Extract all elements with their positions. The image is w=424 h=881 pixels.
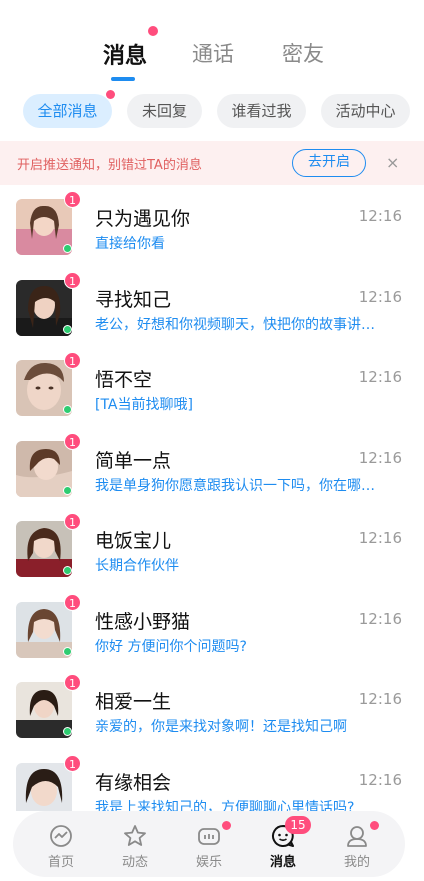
active-tab-indicator: [111, 77, 135, 81]
star-icon: [124, 825, 146, 846]
messages-unread-count: 15: [285, 816, 311, 834]
unread-badge: 1: [64, 352, 81, 369]
filter-unreplied[interactable]: 未回复: [127, 94, 202, 128]
contact-name: 寻找知己: [95, 288, 172, 311]
online-indicator: [63, 405, 72, 414]
nav-entertainment-dot: [222, 821, 231, 830]
contact-name: 悟不空: [95, 369, 153, 391]
nav-profile-label: 我的: [343, 855, 370, 870]
bottom-navigation: 首页 动态 娱乐 消息 我的 15: [13, 811, 405, 877]
message-row[interactable]: 1 悟不空 12:16 [TA当前找聊哦]: [0, 347, 424, 428]
unread-badge: 1: [64, 754, 81, 772]
unread-badge: 1: [64, 191, 81, 208]
unread-badge: 1: [64, 674, 81, 691]
contact-name: 有缘相会: [95, 771, 172, 794]
tab-messages-dot: [148, 26, 158, 36]
message-row[interactable]: 1 性感小野猫 12:16 你好 方便问你个问题吗?: [0, 589, 424, 670]
message-preview: 长期合作伙伴: [95, 558, 179, 574]
nav-home[interactable]: 首页: [29, 811, 93, 877]
unread-badge: 1: [64, 593, 81, 611]
unread-badge: 1: [64, 432, 81, 450]
message-time: 12:16: [358, 448, 402, 467]
message-preview: 老公，好想和你视频聊天，快把你的故事讲给我听: [95, 316, 385, 333]
online-indicator: [63, 646, 72, 656]
message-row[interactable]: 1 简单一点 12:16 我是单身狗你愿意跟我认识一下吗，你在哪里呀: [0, 428, 424, 509]
nav-moments[interactable]: 动态: [103, 811, 167, 877]
message-preview: [TA当前找聊哦]: [95, 397, 193, 413]
tab-calls[interactable]: 通话: [192, 38, 234, 68]
close-icon[interactable]: ×: [386, 153, 399, 172]
message-time: 12:16: [358, 207, 402, 225]
message-row[interactable]: 1 相爱一生 12:16 亲爱的，你是来找对象啊！还是找知己啊: [0, 669, 424, 750]
nav-home-label: 首页: [47, 855, 74, 870]
contact-name: 性感小野猫: [95, 610, 191, 633]
message-time: 12:16: [358, 690, 402, 708]
contact-name: 只为遇见你: [95, 208, 191, 230]
message-preview: 我是单身狗你愿意跟我认识一下吗，你在哪里呀: [95, 477, 385, 494]
filter-activity-center[interactable]: 活动中心: [321, 94, 410, 128]
enable-push-button[interactable]: 去开启: [292, 149, 366, 177]
tab-messages[interactable]: 消息: [103, 38, 147, 70]
contact-name: 电饭宝儿: [95, 530, 172, 552]
unread-badge: 1: [64, 271, 81, 289]
filter-unread-dot: [106, 90, 115, 99]
contact-name: 简单一点: [95, 449, 172, 472]
message-preview: 亲爱的，你是来找对象啊！还是找知己啊: [95, 719, 347, 735]
online-indicator: [63, 324, 72, 334]
top-tab-bar: 消息 通话 密友: [0, 0, 424, 92]
nav-messages-label: 消息: [269, 855, 296, 870]
online-indicator: [63, 244, 72, 253]
message-time: 12:16: [358, 770, 402, 789]
message-preview: 我是上来找知己的，方便聊聊心里情话吗?: [95, 799, 355, 812]
message-row[interactable]: 1 有缘相会 12:16 我是上来找知己的，方便聊聊心里情话吗?: [0, 750, 424, 812]
message-row[interactable]: 1 电饭宝儿 12:16 长期合作伙伴: [0, 508, 424, 589]
tab-close-friends[interactable]: 密友: [282, 38, 324, 68]
message-time: 12:16: [358, 609, 402, 628]
nav-profile-dot: [370, 821, 379, 830]
filter-chips: 全部消息 未回复 谁看过我 活动中心: [0, 94, 424, 130]
home-icon: [50, 825, 72, 847]
message-time: 12:16: [358, 529, 402, 547]
filter-all-messages[interactable]: 全部消息: [23, 94, 112, 128]
nav-moments-label: 动态: [121, 855, 148, 870]
message-time: 12:16: [358, 368, 402, 386]
nav-entertainment-label: 娱乐: [195, 855, 222, 870]
message-time: 12:16: [358, 287, 402, 306]
avatar[interactable]: [16, 762, 72, 811]
message-preview: 直接给你看: [95, 236, 165, 252]
message-preview: 你好 方便问你个问题吗?: [95, 638, 247, 655]
unread-badge: 1: [64, 513, 81, 530]
profile-icon: [347, 826, 367, 847]
online-indicator: [63, 485, 72, 495]
message-row[interactable]: 1 只为遇见你 12:16 直接给你看: [0, 186, 424, 267]
online-indicator: [63, 566, 72, 575]
nav-profile[interactable]: 我的: [325, 811, 389, 877]
contact-name: 相爱一生: [95, 691, 172, 713]
nav-entertainment[interactable]: 娱乐: [177, 811, 241, 877]
online-indicator: [63, 727, 72, 736]
message-list: 1 只为遇见你 12:16 直接给你看 1 寻找知己 12:16 老公，好想和你…: [0, 186, 424, 811]
push-notification-banner: 开启推送通知，别错过TA的消息 去开启 ×: [0, 141, 424, 185]
message-row[interactable]: 1 寻找知己 12:16 老公，好想和你视频聊天，快把你的故事讲给我听: [0, 267, 424, 348]
filter-who-viewed-me[interactable]: 谁看过我: [217, 94, 306, 128]
banner-text: 开启推送通知，别错过TA的消息: [17, 158, 202, 173]
game-icon: [198, 828, 220, 845]
